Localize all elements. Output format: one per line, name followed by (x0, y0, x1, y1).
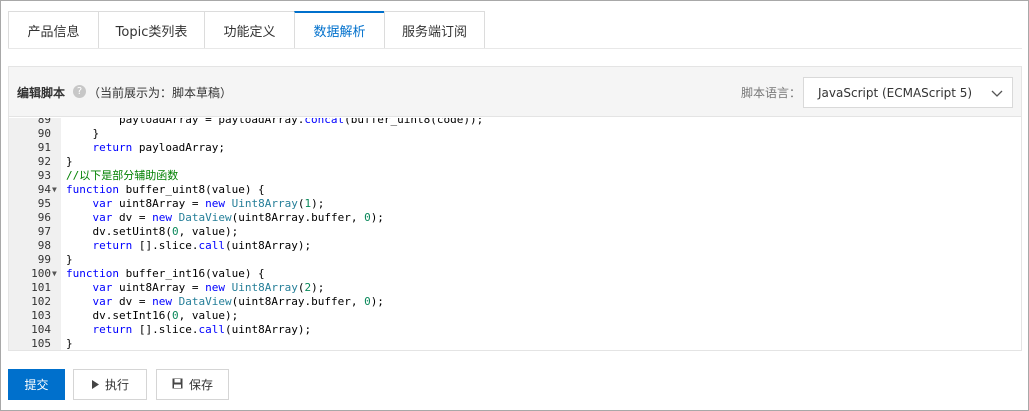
code-text: function buffer_int16(value) { (66, 267, 265, 280)
line-number: 96 (37, 211, 51, 224)
code-text: //以下是部分辅助函数 (66, 169, 179, 182)
save-icon (172, 378, 183, 392)
code-text: return payloadArray; (92, 141, 225, 154)
code-line: 102 var dv = new DataView(uint8Array.buf… (9, 295, 1021, 309)
draft-note: （当前展示为：脚本草稿） (88, 86, 233, 100)
save-button-label: 保存 (188, 378, 213, 392)
code-text: } (66, 127, 100, 140)
code-text: payloadArray = payloadArray.concat(buffe… (66, 118, 484, 126)
line-number: 101 (31, 281, 51, 294)
line-number: 89 (37, 118, 51, 126)
code-line: 99} (9, 253, 1021, 267)
code-line: 92} (9, 155, 1021, 169)
code-line: 96 var dv = new DataView(uint8Array.buff… (9, 211, 1021, 225)
code-text: dv.setInt16(0, value); (66, 309, 239, 322)
run-button[interactable]: 执行 (73, 369, 147, 400)
code-text: dv.setUint8(0, value); (66, 225, 239, 238)
code-text: } (66, 253, 73, 266)
code-line: 101 var uint8Array = new Uint8Array(2); (9, 281, 1021, 295)
line-number: 92 (37, 155, 51, 168)
line-number: 100 (31, 267, 51, 280)
code-line: 104 return [].slice.call(uint8Array); (9, 323, 1021, 337)
code-text: return [].slice.call(uint8Array); (92, 239, 312, 252)
code-line: 95 var uint8Array = new Uint8Array(1); (9, 197, 1021, 211)
tab-data-parsing[interactable]: 数据解析 (294, 11, 384, 49)
tabs-divider (8, 48, 1022, 49)
tab-function-definition[interactable]: 功能定义 (204, 11, 294, 49)
code-line: 91 return payloadArray; (9, 141, 1021, 155)
fold-arrow-icon[interactable]: ▼ (52, 267, 57, 281)
line-number: 104 (31, 323, 51, 336)
code-editor[interactable]: 89 payloadArray = payloadArray.concat(bu… (9, 118, 1021, 350)
code-text: function buffer_uint8(value) { (66, 183, 265, 196)
code-line: 105} (9, 337, 1021, 350)
chevron-down-icon (991, 90, 1003, 97)
line-number: 105 (31, 337, 51, 350)
editor-title: 编辑脚本 (17, 86, 66, 100)
code-line: 93 //以下是部分辅助函数 (9, 169, 1021, 183)
code-line: 103 dv.setInt16(0, value); (9, 309, 1021, 323)
line-number: 91 (37, 141, 51, 154)
code-text: var dv = new DataView(uint8Array.buffer,… (92, 295, 384, 308)
line-number: 97 (37, 225, 51, 238)
script-editor-panel: 编辑脚本 ? （当前展示为：脚本草稿） 脚本语言： JavaScript (EC… (8, 66, 1022, 351)
line-number: 102 (31, 295, 51, 308)
question-icon[interactable]: ? (73, 85, 86, 98)
script-language-value: JavaScript (ECMAScript 5) (818, 85, 973, 100)
code-line: 94 ▼ function buffer_uint8(value) { (9, 183, 1021, 197)
submit-button[interactable]: 提交 (8, 369, 65, 400)
code-line: 89 payloadArray = payloadArray.concat(bu… (9, 118, 1021, 127)
play-icon (91, 378, 99, 392)
editor-header: 编辑脚本 ? （当前展示为：脚本草稿） 脚本语言： JavaScript (EC… (9, 67, 1021, 117)
tab-server-subscription[interactable]: 服务端订阅 (384, 11, 485, 49)
code-line: 98 return [].slice.call(uint8Array); (9, 239, 1021, 253)
window-frame: 产品信息 Topic类列表 功能定义 数据解析 服务端订阅 编辑脚本 ? （当前… (0, 0, 1029, 411)
run-button-label: 执行 (104, 378, 129, 392)
tab-bar: 产品信息 Topic类列表 功能定义 数据解析 服务端订阅 (8, 11, 485, 49)
line-number: 93 (37, 169, 51, 182)
tab-topic-list[interactable]: Topic类列表 (98, 11, 204, 49)
line-number: 99 (37, 253, 51, 266)
code-line: 90 } (9, 127, 1021, 141)
save-button[interactable]: 保存 (156, 369, 229, 400)
line-number: 95 (37, 197, 51, 210)
code-text: return [].slice.call(uint8Array); (92, 323, 312, 336)
submit-button-label: 提交 (24, 378, 49, 392)
script-language-select[interactable]: JavaScript (ECMAScript 5) (803, 77, 1013, 108)
code-text: } (66, 155, 73, 168)
tab-product-info[interactable]: 产品信息 (8, 11, 98, 49)
code-line: 97 dv.setUint8(0, value); (9, 225, 1021, 239)
line-number: 90 (37, 127, 51, 140)
line-number: 103 (31, 309, 51, 322)
script-language-label: 脚本语言： (741, 86, 802, 100)
line-number: 94 (37, 183, 51, 196)
fold-arrow-icon[interactable]: ▼ (52, 183, 57, 197)
line-number: 98 (37, 239, 51, 252)
code-text: var uint8Array = new Uint8Array(2); (92, 281, 325, 294)
code-text: var uint8Array = new Uint8Array(1); (92, 197, 325, 210)
code-line: 100 ▼ function buffer_int16(value) { (9, 267, 1021, 281)
code-text: } (66, 337, 73, 350)
code-text: var dv = new DataView(uint8Array.buffer,… (92, 211, 384, 224)
